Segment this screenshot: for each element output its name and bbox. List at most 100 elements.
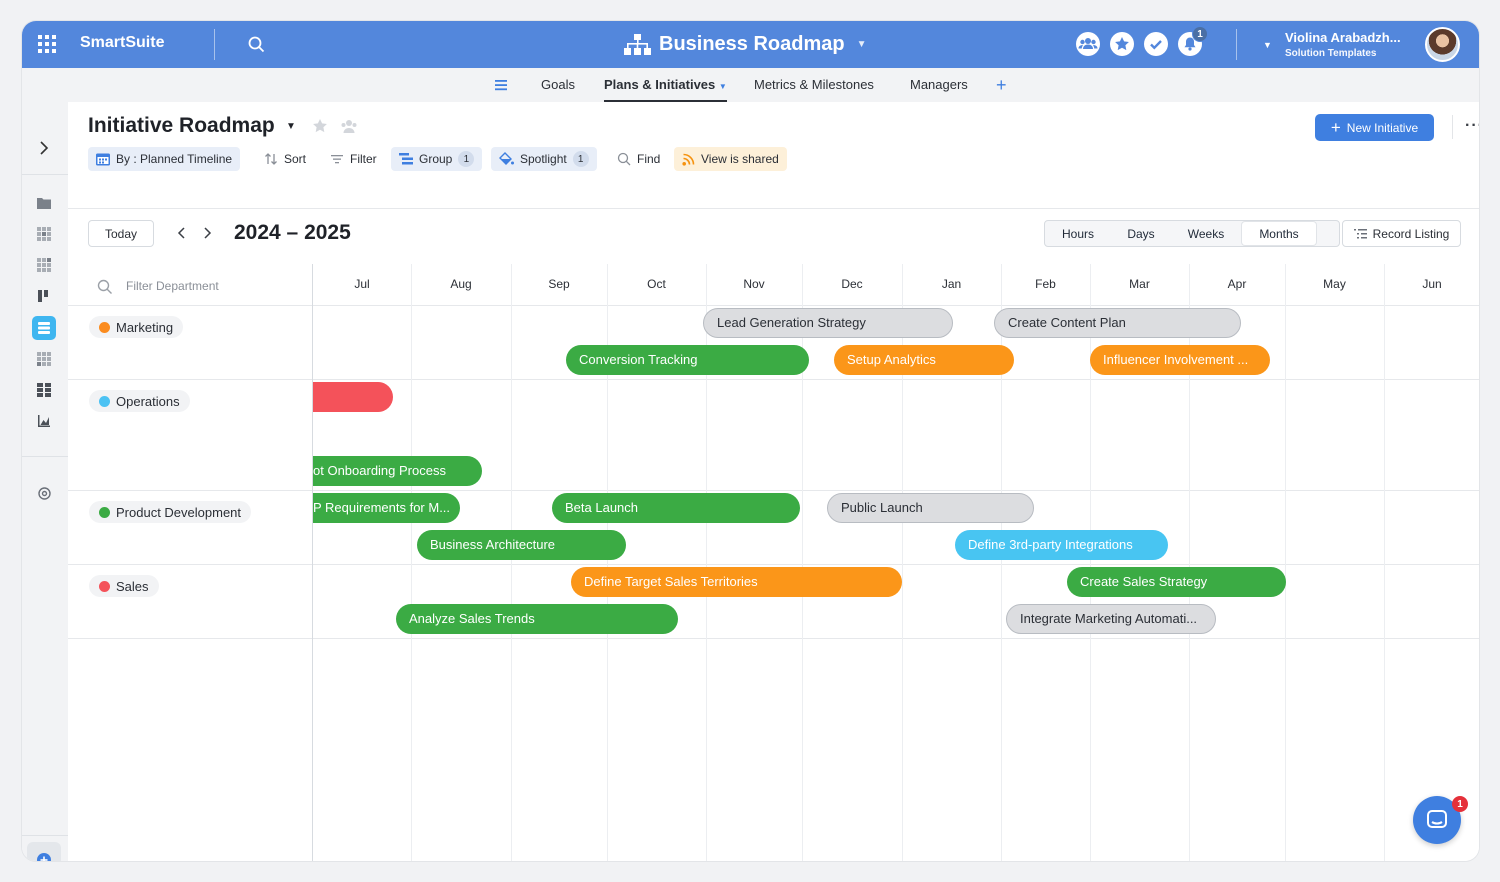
- sort-button[interactable]: Sort: [256, 147, 314, 171]
- add-tab-icon[interactable]: +: [996, 68, 1007, 102]
- timeline-view-icon[interactable]: [32, 316, 56, 340]
- filter-button[interactable]: Filter: [322, 147, 385, 171]
- grid-view-icon[interactable]: [35, 256, 53, 274]
- chevron-down-icon: ▼: [718, 82, 727, 91]
- group-marketing[interactable]: Marketing: [89, 316, 184, 338]
- month-label: Nov: [743, 277, 765, 291]
- initiative-bar[interactable]: Define Target Sales Territories: [571, 567, 902, 597]
- chevron-down-icon[interactable]: ▼: [286, 121, 296, 132]
- table-icon[interactable]: [35, 381, 53, 399]
- search-icon: [617, 152, 631, 166]
- app-logo[interactable]: SmartSuite: [80, 34, 164, 52]
- timeline-body: Marketing Operations Product Development…: [68, 264, 1479, 861]
- month-gridline: [1285, 264, 1286, 861]
- solution-title[interactable]: Business Roadmap ▼: [624, 33, 867, 56]
- more-options-icon[interactable]: ···: [1465, 117, 1479, 135]
- favorite-star-icon[interactable]: [312, 118, 328, 139]
- new-initiative-label: New Initiative: [1346, 120, 1419, 135]
- view-shared-button[interactable]: View is shared: [674, 147, 787, 171]
- tab-plans-initiatives[interactable]: Plans & Initiatives ▼: [604, 68, 727, 102]
- initiative-bar[interactable]: Setup Analytics: [834, 345, 1014, 375]
- user-menu[interactable]: Violina Arabadzh... Solution Templates: [1285, 30, 1420, 59]
- initiative-bar[interactable]: P Requirements for M...: [313, 493, 460, 523]
- find-button[interactable]: Find: [609, 147, 668, 171]
- initiative-bar[interactable]: Beta Launch: [552, 493, 800, 523]
- initiative-bar[interactable]: Define 3rd-party Integrations: [955, 530, 1168, 560]
- month-label: Apr: [1227, 277, 1247, 291]
- initiative-bar[interactable]: Integrate Marketing Automati...: [1006, 604, 1216, 634]
- grid-view-icon[interactable]: [35, 225, 53, 243]
- scale-weeks[interactable]: Weeks: [1171, 221, 1241, 246]
- month-gridline: [411, 264, 412, 861]
- sort-label: Sort: [284, 152, 307, 166]
- menu-icon[interactable]: [494, 68, 508, 102]
- new-initiative-button[interactable]: + New Initiative: [1315, 114, 1434, 141]
- tabs-bar: Goals Plans & Initiatives ▼ Metrics & Mi…: [22, 68, 1479, 102]
- divider: [1452, 115, 1453, 139]
- spotlight-count-badge: 1: [572, 151, 589, 167]
- group-label: Product Development: [116, 504, 242, 520]
- scale-months[interactable]: Months: [1242, 222, 1316, 245]
- status-dot: [99, 580, 110, 592]
- check-icon[interactable]: [1144, 32, 1168, 56]
- group-sales[interactable]: Sales: [89, 575, 159, 597]
- initiative-bar[interactable]: [313, 382, 393, 412]
- solution-title-text: Business Roadmap: [659, 33, 845, 55]
- month-gridline: [1384, 264, 1385, 861]
- tab-managers[interactable]: Managers: [910, 68, 968, 102]
- initiative-bar[interactable]: Public Launch: [827, 493, 1034, 523]
- star-icon[interactable]: [1110, 32, 1134, 56]
- app-window: SmartSuite Business Roadmap ▼ 1 ▼ Violin…: [22, 21, 1479, 861]
- group-product-development[interactable]: Product Development: [89, 501, 252, 523]
- chart-icon[interactable]: [35, 412, 53, 430]
- expand-chevron-icon[interactable]: [35, 139, 53, 157]
- divider: [22, 174, 68, 175]
- initiative-bar[interactable]: Create Content Plan: [994, 308, 1241, 338]
- today-button[interactable]: Today: [88, 220, 154, 247]
- scale-days[interactable]: Days: [1111, 221, 1171, 246]
- group-by-label: By : Planned Timeline: [116, 152, 233, 166]
- list-icon: [1353, 228, 1367, 240]
- initiative-bar[interactable]: Conversion Tracking: [566, 345, 809, 375]
- timeline-grid: Jul Aug Sep Oct Nov Dec Jan Feb Mar Apr …: [312, 264, 1479, 861]
- group-operations[interactable]: Operations: [89, 390, 190, 412]
- date-range: 2024 – 2025: [234, 221, 351, 244]
- top-bar: SmartSuite Business Roadmap ▼ 1 ▼ Violin…: [22, 21, 1479, 68]
- find-label: Find: [637, 152, 661, 166]
- apps-grid-icon[interactable]: [38, 35, 56, 53]
- month-label: Jul: [354, 277, 370, 291]
- month-label: Aug: [450, 277, 472, 291]
- help-circle-icon[interactable]: [35, 484, 53, 502]
- record-listing-button[interactable]: Record Listing: [1342, 220, 1461, 247]
- initiative-bar[interactable]: Create Sales Strategy: [1067, 567, 1286, 597]
- filter-label: Filter: [350, 152, 377, 166]
- kanban-icon[interactable]: [35, 287, 53, 305]
- scale-hours[interactable]: Hours: [1045, 221, 1111, 246]
- members-icon[interactable]: [340, 118, 358, 139]
- avatar[interactable]: [1425, 27, 1460, 62]
- initiative-bar[interactable]: Analyze Sales Trends: [396, 604, 678, 634]
- grid-view-icon[interactable]: [35, 350, 53, 368]
- user-subtitle: Solution Templates: [1285, 48, 1377, 59]
- tab-goals[interactable]: Goals: [541, 68, 575, 102]
- group-by-button[interactable]: By : Planned Timeline: [88, 147, 241, 171]
- tab-metrics-milestones[interactable]: Metrics & Milestones: [754, 68, 874, 102]
- team-icon[interactable]: [1076, 32, 1100, 56]
- initiative-bar[interactable]: Lead Generation Strategy: [703, 308, 953, 338]
- group-count-badge: 1: [458, 151, 475, 167]
- next-chevron-icon[interactable]: [201, 226, 213, 245]
- group-button[interactable]: Group 1: [391, 147, 483, 171]
- prev-chevron-icon[interactable]: [176, 226, 188, 245]
- add-button[interactable]: [27, 842, 61, 861]
- chevron-down-icon[interactable]: ▼: [1263, 40, 1272, 50]
- initiative-bar[interactable]: ot Onboarding Process: [313, 456, 482, 486]
- view-title[interactable]: Initiative Roadmap: [88, 114, 275, 138]
- spotlight-button[interactable]: Spotlight 1: [491, 147, 597, 171]
- initiative-bar[interactable]: Business Architecture: [417, 530, 626, 560]
- left-sidebar: [22, 102, 68, 861]
- initiative-bar[interactable]: Influencer Involvement ...: [1090, 345, 1270, 375]
- sort-icon: [264, 152, 278, 166]
- folder-icon[interactable]: [35, 194, 53, 212]
- notification-badge: 1: [1192, 26, 1208, 42]
- search-icon[interactable]: [248, 36, 265, 53]
